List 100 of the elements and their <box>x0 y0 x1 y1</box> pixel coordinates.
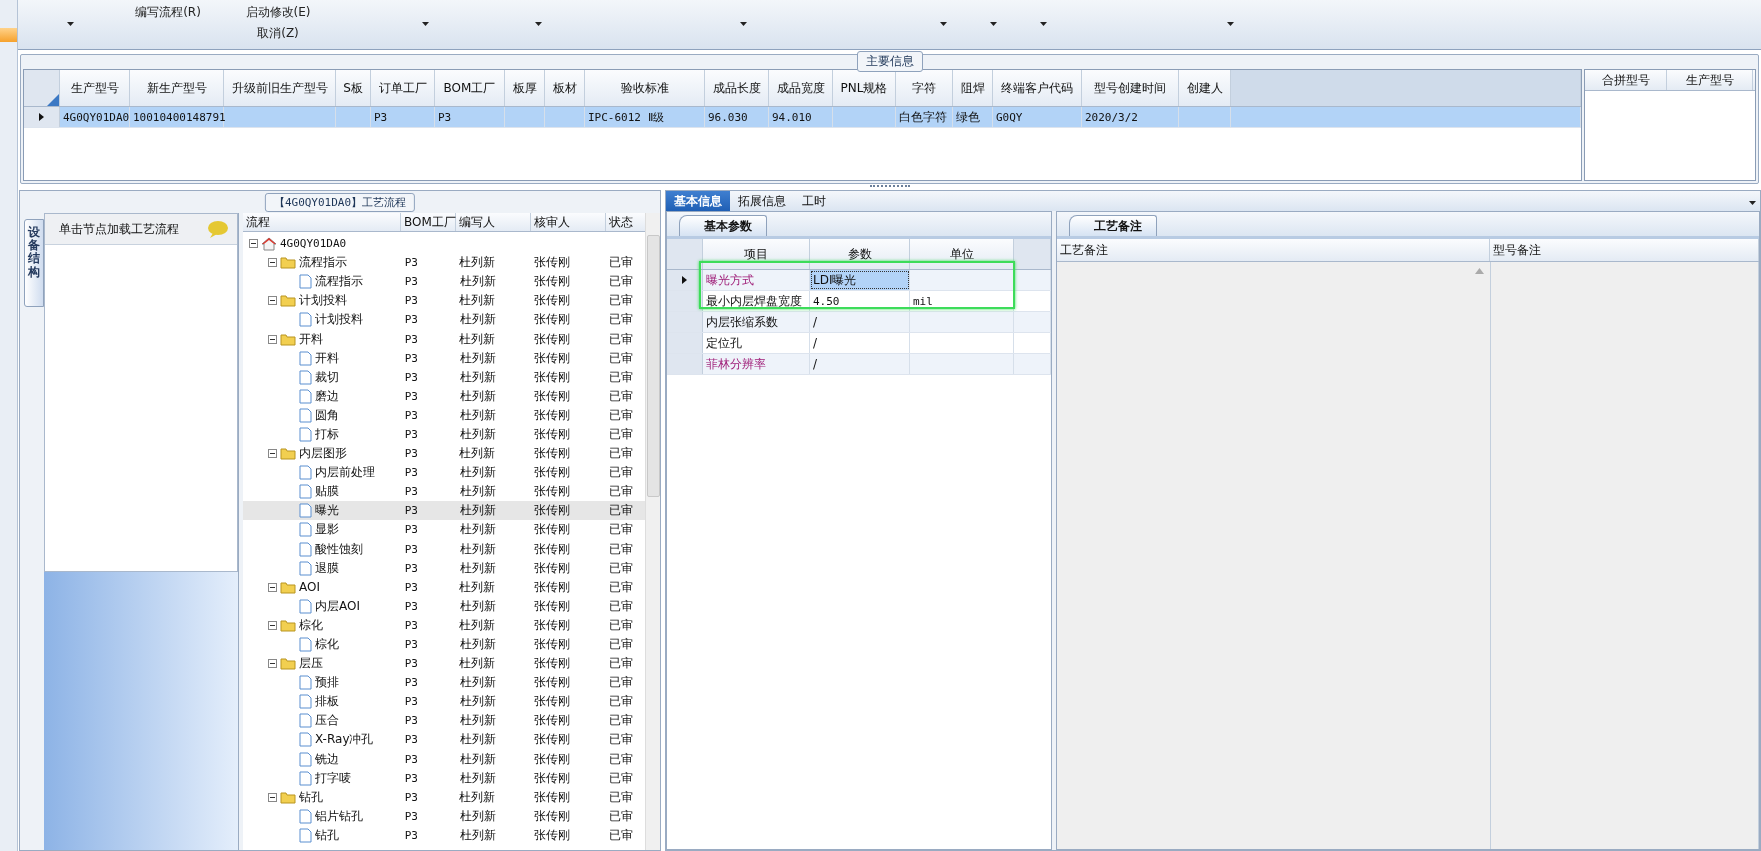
column-header[interactable]: 订单工厂 <box>371 70 435 106</box>
panel-tab[interactable]: 基本参数 <box>679 215 767 236</box>
tree-row[interactable]: 裁切 P3 杜列新 张传刚 已审 <box>243 367 645 387</box>
column-header[interactable]: S板 <box>336 70 371 106</box>
column-header[interactable]: 生产型号 <box>1667 70 1753 90</box>
caret-icon[interactable] <box>67 22 74 26</box>
tab[interactable]: 拓展信息 <box>730 191 794 211</box>
column-header[interactable]: 核审人 <box>531 213 606 231</box>
tab[interactable]: 工时 <box>794 191 834 211</box>
column-header[interactable]: 成品长度 <box>705 70 769 106</box>
tree-row[interactable]: 铝片钻孔 P3 杜列新 张传刚 已审 <box>243 806 645 826</box>
tree-row[interactable]: 4G0QY01DA0 <box>243 234 645 254</box>
caret-icon[interactable] <box>1227 22 1234 26</box>
tree-row[interactable]: 曝光 P3 杜列新 张传刚 已审 <box>243 501 645 521</box>
table-cell[interactable]: / <box>810 312 910 332</box>
toolbar-button[interactable]: 编写流程(R) <box>132 3 204 22</box>
table-cell[interactable]: / <box>810 333 910 353</box>
collapse-icon[interactable] <box>268 296 277 306</box>
toolbar-button[interactable]: 启动修改(E) <box>242 3 314 22</box>
tree-row[interactable]: 内层AOI P3 杜列新 张传刚 已审 <box>243 596 645 616</box>
tree-row[interactable]: 流程指示 P3 杜列新 张传刚 已审 <box>243 253 645 273</box>
panel-tab[interactable]: 工艺备注 <box>1069 215 1157 236</box>
dropdown-icon[interactable] <box>1749 201 1756 205</box>
caret-icon[interactable] <box>534 22 542 26</box>
tree-row[interactable]: 钻孔 P3 杜列新 张传刚 已审 <box>243 787 645 807</box>
tree-row[interactable]: 开料 P3 杜列新 张传刚 已审 <box>243 329 645 349</box>
tree-row[interactable]: 退膜 P3 杜列新 张传刚 已审 <box>243 558 645 578</box>
column-header[interactable]: 参数 <box>810 239 910 269</box>
table-cell[interactable]: LDI曝光 <box>810 270 910 290</box>
tree-row[interactable]: 开料 P3 杜列新 张传刚 已审 <box>243 348 645 368</box>
tree-row[interactable]: 计划投料 P3 杜列新 张传刚 已审 <box>243 291 645 311</box>
tree-row[interactable]: 预排 P3 杜列新 张传刚 已审 <box>243 673 645 693</box>
tree-row[interactable]: X-Ray冲孔 P3 杜列新 张传刚 已审 <box>243 730 645 750</box>
tree-row[interactable]: 层压 P3 杜列新 张传刚 已审 <box>243 654 645 674</box>
collapse-icon[interactable] <box>268 258 277 268</box>
table-row[interactable]: 菲林分辨率 / <box>667 354 1051 375</box>
column-header[interactable]: 生产型号 <box>60 70 130 106</box>
column-header[interactable]: 新生产型号 <box>130 70 224 106</box>
tree-row[interactable]: 钻孔 P3 杜列新 张传刚 已审 <box>243 825 645 845</box>
caret-icon[interactable] <box>739 22 747 26</box>
tree-row[interactable]: 计划投料 P3 杜列新 张传刚 已审 <box>243 310 645 330</box>
caret-icon[interactable] <box>422 22 429 26</box>
tree-row[interactable]: AOI P3 杜列新 张传刚 已审 <box>243 577 645 597</box>
column-header[interactable]: 阻焊 <box>953 70 993 106</box>
tree-row[interactable]: 打字唛 P3 杜列新 张传刚 已审 <box>243 768 645 788</box>
collapse-icon[interactable] <box>268 620 277 630</box>
column-header[interactable]: 编写人 <box>456 213 531 231</box>
column-header[interactable]: 字符 <box>896 70 953 106</box>
column-header[interactable]: 终端客户代码 <box>993 70 1082 106</box>
column-header[interactable]: 成品宽度 <box>769 70 833 106</box>
panel-title: 【4G0QY01DA0】工艺流程 <box>264 193 416 212</box>
caret-icon[interactable] <box>1039 22 1047 26</box>
column-header[interactable]: 流程 <box>243 213 401 231</box>
tree-row[interactable]: 铣边 P3 杜列新 张传刚 已审 <box>243 749 645 769</box>
tree-row[interactable]: 内层前处理 P3 杜列新 张传刚 已审 <box>243 463 645 483</box>
side-tab[interactable]: 设备结构 <box>24 219 44 307</box>
column-header[interactable]: 板厚 <box>505 70 545 106</box>
table-cell[interactable]: 4.50 <box>810 291 910 311</box>
collapse-icon[interactable] <box>268 582 277 592</box>
table-row[interactable]: 定位孔 / <box>667 333 1051 354</box>
column-header[interactable]: 升级前旧生产型号 <box>224 70 336 106</box>
column-header[interactable]: 项目 <box>703 239 810 269</box>
scrollbar[interactable] <box>645 213 660 850</box>
tree-row[interactable]: 打标 P3 杜列新 张传刚 已审 <box>243 424 645 445</box>
table-cell[interactable]: / <box>810 354 910 374</box>
tree-row[interactable]: 贴膜 P3 杜列新 张传刚 已审 <box>243 482 645 502</box>
column-header[interactable]: 板材 <box>545 70 585 106</box>
tree-row[interactable]: 棕化 P3 杜列新 张传刚 已审 <box>243 615 645 635</box>
tree-row[interactable]: 内层图形 P3 杜列新 张传刚 已审 <box>243 444 645 464</box>
column-header[interactable]: BOM工厂 <box>435 70 505 106</box>
caret-icon[interactable] <box>939 22 947 26</box>
collapse-icon[interactable] <box>268 659 277 669</box>
tree-row[interactable]: 流程指示 P3 杜列新 张传刚 已审 <box>243 272 645 292</box>
column-header[interactable]: 合拼型号 <box>1585 70 1667 90</box>
column-header[interactable]: 验收标准 <box>585 70 705 106</box>
tree-row[interactable]: 显影 P3 杜列新 张传刚 已审 <box>243 520 645 540</box>
collapse-icon[interactable] <box>249 239 258 249</box>
table-cell: 96.030 <box>705 107 769 127</box>
column-header[interactable]: 型号创建时间 <box>1082 70 1179 106</box>
column-header[interactable]: BOM工厂 <box>401 213 456 231</box>
tab[interactable]: 基本信息 <box>666 191 730 211</box>
column-header[interactable]: 型号备注 <box>1490 239 1759 261</box>
table-row[interactable]: 4G0QY01DA0 10010400148791 P3 P3 IPC-6012 Ⅱ级 96.030 94.010 白色字符 绿色 G0QY 2020/3/2 <box>24 107 1581 128</box>
table-cell-text: P3 <box>403 771 419 785</box>
table-row[interactable]: 最小内层焊盘宽度 4.50 mil <box>667 291 1051 312</box>
tree-row[interactable]: 磨边 P3 杜列新 张传刚 已审 <box>243 386 645 406</box>
tree-row[interactable]: 压合 P3 杜列新 张传刚 已审 <box>243 711 645 731</box>
table-row[interactable]: 曝光方式 LDI曝光 <box>667 270 1051 291</box>
caret-icon[interactable] <box>989 22 997 26</box>
column-header[interactable]: 工艺备注 <box>1057 239 1490 261</box>
tree-row[interactable]: 排板 P3 杜列新 张传刚 已审 <box>243 692 645 712</box>
toolbar-button[interactable]: 取消(Z) <box>254 24 302 43</box>
collapse-icon[interactable] <box>268 792 277 802</box>
column-header[interactable]: PNL规格 <box>833 70 896 106</box>
tree-row[interactable]: 酸性蚀刻 P3 杜列新 张传刚 已审 <box>243 539 645 559</box>
tree-row[interactable]: 圆角 P3 杜列新 张传刚 已审 <box>243 405 645 425</box>
collapse-icon[interactable] <box>268 334 277 344</box>
table-row[interactable]: 内层张缩系数 / <box>667 312 1051 333</box>
collapse-icon[interactable] <box>268 449 277 459</box>
tree-row[interactable]: 棕化 P3 杜列新 张传刚 已审 <box>243 634 645 655</box>
